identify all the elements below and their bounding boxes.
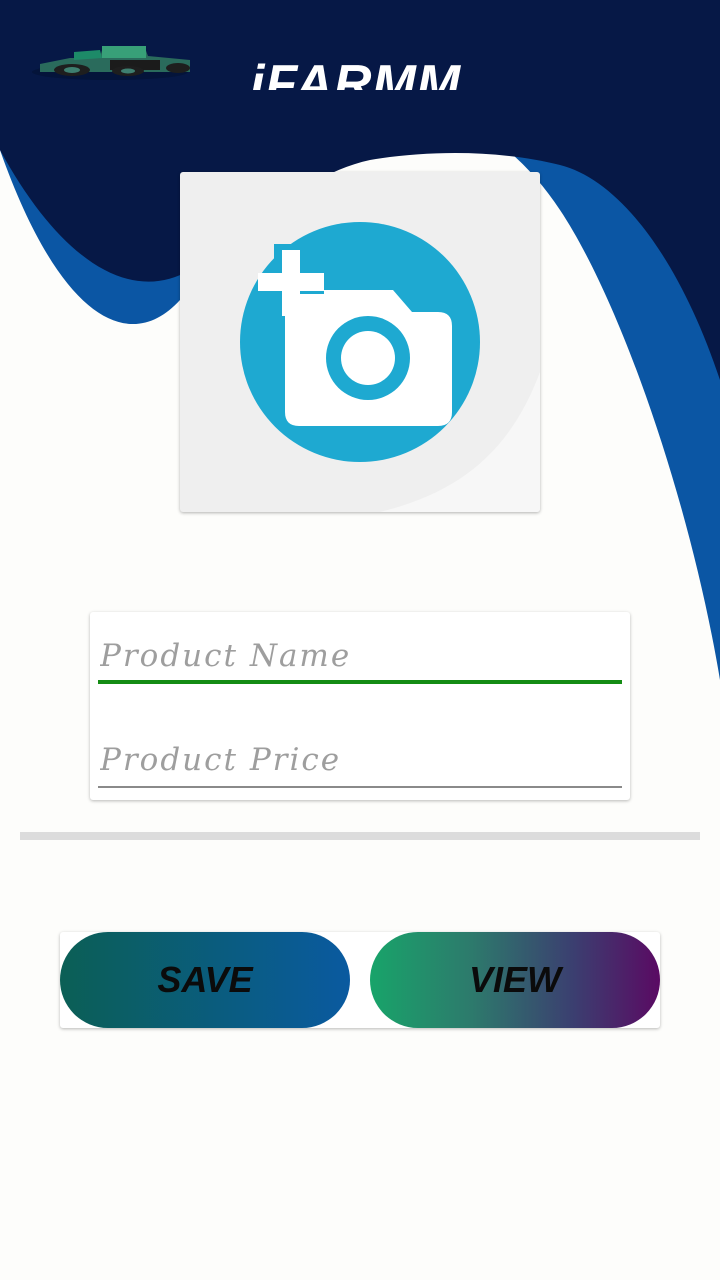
save-button-label: SAVE bbox=[157, 959, 253, 1000]
add-product-screen: iFARMM SAVE VIEW bbox=[0, 0, 720, 1280]
action-buttons-card: SAVE VIEW bbox=[60, 932, 660, 1028]
save-button[interactable]: SAVE bbox=[60, 932, 350, 1028]
app-title-container: iFARMM bbox=[250, 50, 490, 90]
product-price-input[interactable] bbox=[98, 734, 622, 786]
product-price-field-wrapper bbox=[98, 734, 622, 788]
product-name-input[interactable] bbox=[98, 630, 622, 682]
product-name-field-wrapper bbox=[98, 630, 622, 684]
view-button[interactable]: VIEW bbox=[370, 932, 660, 1028]
app-title: iFARMM bbox=[250, 55, 462, 90]
tractor-icon bbox=[30, 40, 200, 90]
view-button-label: VIEW bbox=[468, 959, 561, 1000]
section-divider bbox=[20, 832, 700, 840]
product-photo-picker[interactable] bbox=[180, 172, 540, 512]
product-form-card bbox=[90, 612, 630, 800]
product-name-underline bbox=[98, 680, 622, 684]
add-photo-camera-icon bbox=[240, 222, 540, 512]
product-price-underline bbox=[98, 786, 622, 788]
